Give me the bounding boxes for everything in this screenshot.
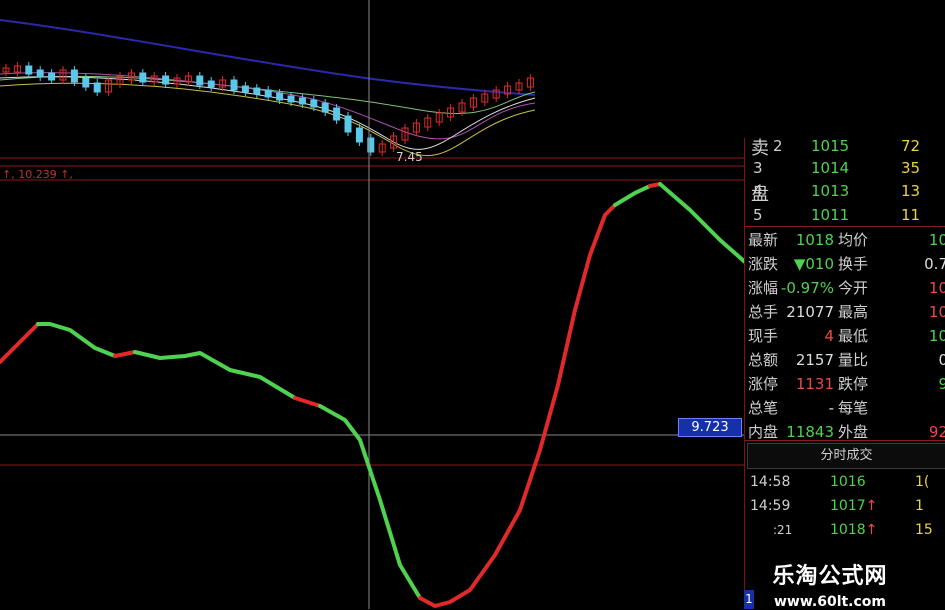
indicator-segment: [36, 322, 117, 358]
candle-body: [25, 65, 33, 75]
order-book-row[interactable]: 4 1013 13: [745, 179, 945, 203]
candle-body: [230, 79, 238, 91]
quote-row: 总手 21077 最高 10: [748, 303, 945, 321]
indicator-segment: [418, 308, 577, 608]
indicator-segment: [573, 203, 617, 312]
candle-body: [298, 97, 306, 105]
candle-body: [93, 82, 101, 93]
watermark-url: www.60lt.com: [773, 594, 887, 610]
candle-body: [321, 102, 329, 113]
indicator-readout: ↑, 10.239 ↑,: [2, 168, 73, 181]
tick-trades-button[interactable]: 分时成交: [747, 443, 945, 469]
candle-body: [333, 107, 341, 121]
candle-body: [196, 75, 204, 86]
candle-body: [264, 89, 272, 98]
watermark: 乐淘公式网 www.60lt.com: [745, 558, 915, 610]
indicator-curve: [0, 182, 747, 608]
order-book-row[interactable]: 3 1014 35: [745, 156, 945, 180]
candle-body: [48, 72, 56, 81]
watermark-title: 乐淘公式网: [772, 564, 888, 589]
candle-body: [310, 99, 318, 108]
indicator-segment: [658, 182, 747, 264]
candle-body: [344, 115, 352, 133]
indicator-segment: [293, 396, 322, 408]
candle-body: [139, 72, 147, 83]
quote-row: 总额 2157 量比 0: [748, 351, 945, 369]
quote-panel: 卖 盘 2 1015 72 3 1014 35 4 1013 13 5 1011…: [744, 137, 945, 609]
candle-body: [241, 85, 249, 93]
candle-body: [207, 80, 215, 88]
candle-body: [276, 92, 284, 101]
quote-row: 涨跌 ▼010 换手 0.7: [748, 255, 945, 273]
quote-row: 总笔 - 每笔: [748, 399, 869, 417]
trade-row[interactable]: 14:59 1017↑ 1: [745, 495, 945, 517]
indicator-segment: [613, 184, 652, 207]
trade-row[interactable]: :21 1018↑ 15: [745, 519, 945, 541]
candle-body: [70, 69, 78, 83]
quote-row: 涨幅 -0.97% 今开 10: [748, 279, 945, 297]
candle-body: [287, 95, 295, 103]
price-axis-tag: 9.723: [678, 418, 742, 437]
order-book-row[interactable]: 2 1015 72: [745, 134, 945, 158]
quote-row: 涨停 1131 跌停 9: [748, 375, 945, 393]
low-price-marker: 7.45: [396, 150, 423, 164]
candle-body: [162, 75, 170, 85]
indicator-segment: [0, 322, 40, 364]
candle-body: [82, 77, 90, 88]
order-book-row[interactable]: 5 1011 11: [745, 203, 945, 227]
candle-body: [355, 127, 363, 143]
quote-row: 最新 1018 均价 10: [748, 231, 945, 249]
indicator-segment: [113, 350, 137, 358]
candle-body: [253, 87, 261, 95]
indicator-segment: [133, 350, 297, 400]
quote-row: 现手 4 最低 10: [748, 327, 945, 345]
candle-body: [36, 69, 44, 78]
trade-row[interactable]: 14:58 1016 1(: [745, 471, 945, 493]
